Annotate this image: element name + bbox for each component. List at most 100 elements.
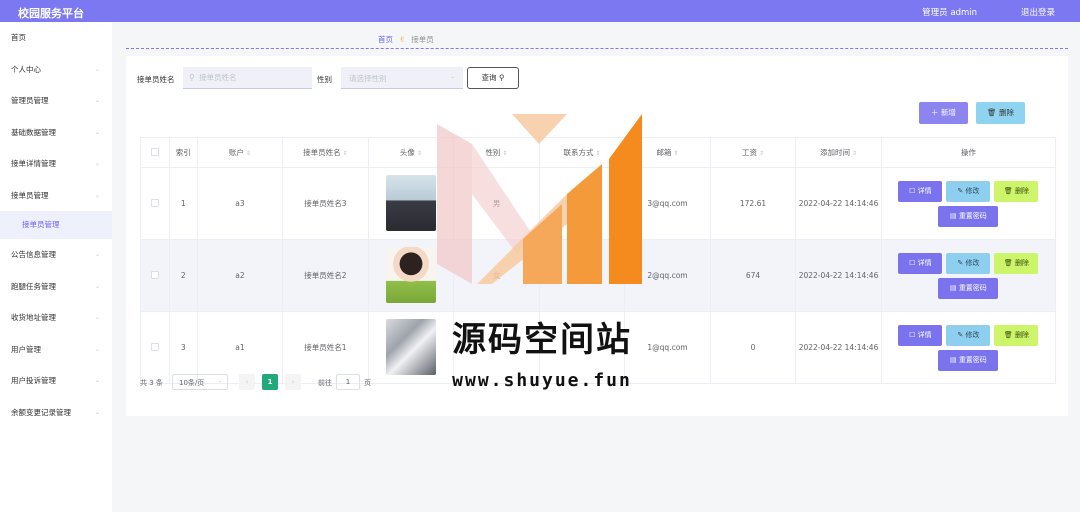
cell-account: a3 <box>196 167 284 240</box>
add-button[interactable]: ＋ 新增 <box>919 102 968 124</box>
cell-name: 接单员姓名3 <box>282 167 369 240</box>
gender-select-placeholder: 请选择性别 <box>349 74 387 83</box>
column-header[interactable]: 邮箱 ⇕ <box>624 137 711 168</box>
detail-button[interactable]: ☐ 详情 <box>898 324 943 346</box>
column-header[interactable]: 性别 ⇕ <box>453 137 540 168</box>
sort-icon[interactable]: ⇕ <box>417 150 422 157</box>
column-header[interactable]: 接单员姓名 ⇕ <box>282 137 369 168</box>
avatar <box>385 174 436 231</box>
sort-icon[interactable]: ⇕ <box>852 150 857 157</box>
sidebar-item[interactable]: 用户投诉管理 ⌄ <box>0 365 112 397</box>
column-header-label: 操作 <box>960 148 976 157</box>
cell-salary: 172.61 <box>709 167 797 240</box>
reset-password-button-label: 重置密码 <box>958 211 987 220</box>
courier-table: 索引 账户 ⇕ 接单员姓名 ⇕ 头像 ⇕ 性别 ⇕ 联系方式 ⇕ 邮箱 ⇕ 工资 ⇕ 添加时间 ⇕ 操作 1 a3 接… <box>140 137 1057 384</box>
sort-icon[interactable]: ⇕ <box>759 150 764 157</box>
edit-button[interactable]: ✎ 修改 <box>946 252 991 274</box>
sidebar-item-label: 接单详情管理 <box>11 159 56 168</box>
chevron-down-icon: ⌄ <box>94 408 100 416</box>
bulk-delete-button[interactable]: 🗑 删除 <box>976 102 1025 124</box>
divider <box>126 48 1068 49</box>
column-header[interactable]: 账户 ⇕ <box>196 137 284 168</box>
top-bar: 校园服务平台 管理员 admin 退出登录 <box>0 0 1080 22</box>
detail-icon: ☐ <box>909 258 918 267</box>
column-header[interactable]: 头像 ⇕ <box>367 137 455 168</box>
row-checkbox[interactable] <box>150 198 159 207</box>
column-header-label: 联系方式 <box>563 148 594 157</box>
sort-icon[interactable]: ⇕ <box>595 150 600 157</box>
query-button-label: 查询 <box>481 73 497 82</box>
reset-password-button[interactable]: ▤ 重置密码 <box>938 277 999 299</box>
cell-index: 3 <box>168 311 198 384</box>
page-size-select[interactable]: 10条/页 ⌄ <box>172 374 228 390</box>
reset-password-button-label: 重置密码 <box>958 355 987 364</box>
name-search-input[interactable] <box>183 67 312 89</box>
prev-page-button[interactable]: ‹ <box>239 374 255 390</box>
sort-icon[interactable]: ⇕ <box>246 150 251 157</box>
edit-button-label: 修改 <box>965 258 980 267</box>
next-page-button[interactable]: › <box>285 374 301 390</box>
chevron-down-icon: ⌄ <box>94 345 100 353</box>
cell-salary: 0 <box>709 311 797 384</box>
sort-icon[interactable]: ⇕ <box>502 150 507 157</box>
sidebar-item-label: 公告信息管理 <box>11 250 56 259</box>
gender-select[interactable]: 请选择性别 ⌄ <box>341 67 463 89</box>
delete-button[interactable]: 🗑 删除 <box>994 252 1039 274</box>
sort-icon[interactable]: ⇕ <box>343 150 348 157</box>
sidebar-item[interactable]: 用户管理 ⌄ <box>0 334 112 366</box>
sidebar-item[interactable]: 余额变更记录管理 ⌄ <box>0 397 112 429</box>
cell-add-time: 2022-04-22 14:14:46 <box>795 239 882 312</box>
logout-link[interactable]: 退出登录 <box>1021 6 1055 18</box>
edit-button[interactable]: ✎ 修改 <box>946 180 991 202</box>
sidebar-item[interactable]: 公告信息管理 ⌄ <box>0 239 112 271</box>
sidebar-item[interactable]: 首页 <box>0 22 112 54</box>
cell-name: 接单员姓名1 <box>282 311 369 384</box>
delete-button[interactable]: 🗑 删除 <box>994 180 1039 202</box>
table-row: 2 a2 接单员姓名2 女 86 2@qq.com 674 2022-04-22 14:14:… <box>140 239 1057 312</box>
reset-icon: ▤ <box>949 283 959 292</box>
chevron-down-icon: ⌄ <box>94 65 100 73</box>
column-header[interactable]: 工资 ⇕ <box>709 137 797 168</box>
breadcrumb-home[interactable]: 首页 <box>378 35 393 44</box>
edit-button[interactable]: ✎ 修改 <box>946 324 991 346</box>
sidebar-item[interactable]: 个人中心 ⌄ <box>0 54 112 86</box>
column-header[interactable]: 联系方式 ⇕ <box>538 137 626 168</box>
sidebar-subitem-courier-manage[interactable]: 接单员管理 <box>0 211 112 239</box>
detail-icon: ☐ <box>909 330 918 339</box>
edit-button-label: 修改 <box>965 330 980 339</box>
row-checkbox[interactable] <box>150 342 159 351</box>
page-number-current[interactable]: 1 <box>262 374 278 390</box>
detail-button[interactable]: ☐ 详情 <box>898 180 943 202</box>
row-select-cell <box>140 239 170 312</box>
breadcrumb-current: 接单员 <box>411 35 434 44</box>
sidebar-item-label: 接单员管理 <box>11 190 49 200</box>
row-select-cell <box>140 311 170 384</box>
row-actions: ☐ 详情 ✎ 修改 🗑 删除 ▤ 重置密码 <box>895 324 1041 371</box>
sidebar-item[interactable]: 管理员管理 ⌄ <box>0 85 112 117</box>
delete-button[interactable]: 🗑 删除 <box>994 324 1039 346</box>
sidebar-item[interactable]: 接单员管理 ⌄ <box>0 180 112 212</box>
sidebar-item[interactable]: 接单详情管理 ⌄ <box>0 148 112 180</box>
table-row: 3 a1 接单员姓名1 1@qq.com 0 2022-04-22 14:14:46 ☐ 详… <box>140 311 1057 384</box>
column-header[interactable]: 添加时间 ⇕ <box>795 137 882 168</box>
detail-button[interactable]: ☐ 详情 <box>898 252 943 274</box>
goto-page-input[interactable]: 1 <box>336 374 360 390</box>
reset-password-button[interactable]: ▤ 重置密码 <box>938 349 999 371</box>
sidebar-item[interactable]: 跑腿任务管理 ⌄ <box>0 271 112 303</box>
table-header-row: 索引 账户 ⇕ 接单员姓名 ⇕ 头像 ⇕ 性别 ⇕ 联系方式 ⇕ 邮箱 ⇕ 工资 ⇕ 添加时间 ⇕ 操作 <box>140 137 1057 168</box>
column-header-label: 账户 <box>228 148 244 157</box>
reset-password-button[interactable]: ▤ 重置密码 <box>938 205 999 227</box>
sidebar-item[interactable]: 基础数据管理 ⌄ <box>0 117 112 149</box>
cell-phone <box>538 311 626 384</box>
sidebar-item-label: 首页 <box>11 33 26 42</box>
sort-icon[interactable]: ⇕ <box>673 150 678 157</box>
sidebar-item-label: 跑腿任务管理 <box>11 281 56 291</box>
cell-gender: 女 <box>453 239 540 312</box>
cell-gender: 男 <box>453 167 540 240</box>
row-checkbox[interactable] <box>150 270 159 279</box>
cell-index: 2 <box>168 239 198 312</box>
select-all-checkbox[interactable] <box>150 147 159 156</box>
query-button[interactable]: 查询 ⚲ <box>467 67 519 89</box>
delete-button-label: 删除 <box>1014 258 1029 267</box>
sidebar-item[interactable]: 收货地址管理 ⌄ <box>0 302 112 334</box>
